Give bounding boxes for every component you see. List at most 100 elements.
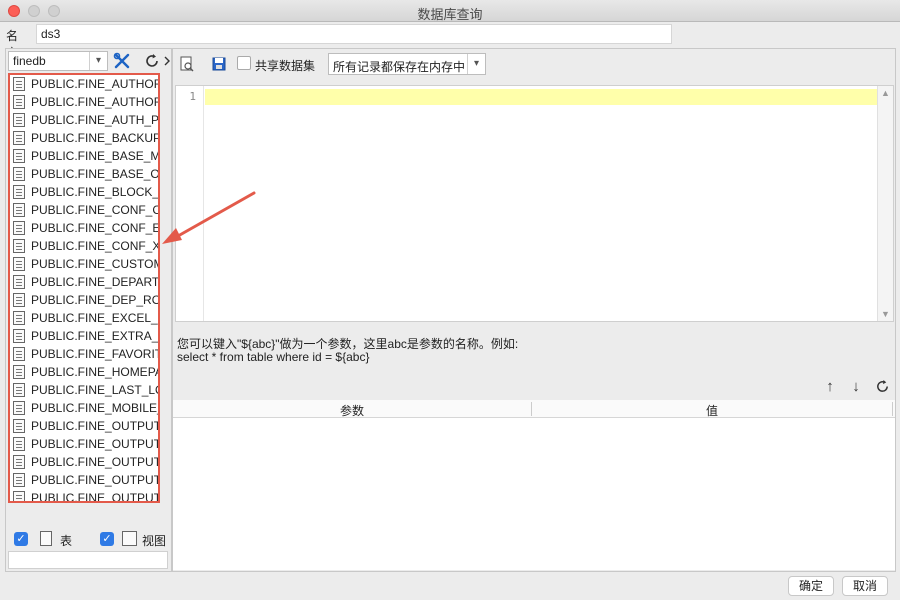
memory-option-select[interactable]: 所有记录都保存在内存中 ▾ xyxy=(328,53,486,75)
table-item-label: PUBLIC.FINE_DEPARTM xyxy=(31,275,158,289)
table-search-input[interactable] xyxy=(8,551,168,569)
table-list-item[interactable]: PUBLIC.FINE_AUTHORI xyxy=(10,75,158,93)
window-title: 数据库查询 xyxy=(417,7,483,22)
scroll-down-icon[interactable]: ▼ xyxy=(878,309,893,319)
line-number: 1 xyxy=(189,90,196,103)
table-list-item[interactable]: PUBLIC.FINE_DEPARTM xyxy=(10,273,158,291)
filter-row: ✓ 表 ✓ 视图 xyxy=(12,529,172,551)
connection-settings-icon[interactable] xyxy=(112,51,132,71)
table-item-label: PUBLIC.FINE_DEP_ROL xyxy=(31,293,158,307)
table-item-label: PUBLIC.FINE_CONF_XM xyxy=(31,239,158,253)
table-item-label: PUBLIC.FINE_OUTPUT_ xyxy=(31,473,158,487)
view-filter-label: 视图 xyxy=(142,534,167,548)
column-header-parameter[interactable]: 参数 xyxy=(173,402,531,419)
table-icon xyxy=(13,167,25,181)
table-icon xyxy=(13,455,25,469)
move-up-icon[interactable]: ↑ xyxy=(821,377,839,395)
table-list-item[interactable]: PUBLIC.FINE_MOBILE_F xyxy=(10,399,158,417)
save-icon[interactable] xyxy=(211,53,227,75)
table-list-item[interactable]: PUBLIC.FINE_DEP_ROL xyxy=(10,291,158,309)
table-item-label: PUBLIC.FINE_OUTPUT_ xyxy=(31,491,158,503)
table-list-item[interactable]: PUBLIC.FINE_EXCEL_SU xyxy=(10,309,158,327)
table-list-item[interactable]: PUBLIC.FINE_CUSTOM_ xyxy=(10,255,158,273)
scroll-up-icon[interactable]: ▲ xyxy=(878,88,893,98)
table-item-label: PUBLIC.FINE_BASE_OU xyxy=(31,167,158,181)
table-list-item[interactable]: PUBLIC.FINE_AUTHORI xyxy=(10,93,158,111)
editor-scrollbar[interactable]: ▲ ▼ xyxy=(877,86,893,321)
parameter-table[interactable]: 参数 值 xyxy=(173,400,895,570)
ok-button[interactable]: 确定 xyxy=(788,576,835,596)
table-list-item[interactable]: PUBLIC.FINE_LAST_LOG xyxy=(10,381,158,399)
table-item-label: PUBLIC.FINE_OUTPUT_ xyxy=(31,455,158,469)
share-dataset-checkbox[interactable] xyxy=(237,56,251,70)
table-item-label: PUBLIC.FINE_BACKUP_ xyxy=(31,131,158,145)
refresh-icon[interactable] xyxy=(142,51,162,71)
table-list-item[interactable]: PUBLIC.FINE_OUTPUT_ xyxy=(10,489,158,503)
table-icon xyxy=(13,329,25,343)
view-icon xyxy=(122,531,137,546)
column-header-value[interactable]: 值 xyxy=(532,402,892,419)
table-item-label: PUBLIC.FINE_OUTPUT_ xyxy=(31,419,158,433)
table-icon xyxy=(13,257,25,271)
table-list-item[interactable]: PUBLIC.FINE_OUTPUT_ xyxy=(10,471,158,489)
table-list[interactable]: PUBLIC.FINE_AUTHORI PUBLIC.FINE_AUTHORI PU… xyxy=(8,73,160,503)
table-list-item[interactable]: PUBLIC.FINE_FAVORIT xyxy=(10,345,158,363)
table-icon xyxy=(13,95,25,109)
table-item-label: PUBLIC.FINE_LAST_LOG xyxy=(31,383,158,397)
sql-editor[interactable]: 1 ▲ ▼ xyxy=(175,85,894,322)
table-item-label: PUBLIC.FINE_BLOCK_IP xyxy=(31,185,158,199)
table-list-item[interactable]: PUBLIC.FINE_CONF_EN xyxy=(10,219,158,237)
table-list-item[interactable]: PUBLIC.FINE_EXTRA_P xyxy=(10,327,158,345)
table-list-item[interactable]: PUBLIC.FINE_BACKUP_ xyxy=(10,129,158,147)
table-list-item[interactable]: PUBLIC.FINE_CONF_CL xyxy=(10,201,158,219)
name-input[interactable]: ds3 xyxy=(36,24,672,44)
preview-icon[interactable] xyxy=(179,53,195,75)
share-dataset-label: 共享数据集 xyxy=(255,59,316,73)
table-list-item[interactable]: PUBLIC.FINE_OUTPUT_ xyxy=(10,435,158,453)
title-bar: 数据库查询 xyxy=(0,0,900,22)
table-list-item[interactable]: PUBLIC.FINE_BASE_OU xyxy=(10,165,158,183)
table-item-label: PUBLIC.FINE_CONF_CL xyxy=(31,203,158,217)
table-list-item[interactable]: PUBLIC.FINE_BLOCK_IP xyxy=(10,183,158,201)
table-list-item[interactable]: PUBLIC.FINE_OUTPUT_ xyxy=(10,453,158,471)
right-panel: 共享数据集 所有记录都保存在内存中 ▾ 1 ▲ ▼ 您可以键入"${abc}"做… xyxy=(172,48,896,572)
table-item-label: PUBLIC.FINE_CONF_EN xyxy=(31,221,158,235)
table-icon xyxy=(13,473,25,487)
table-list-item[interactable]: PUBLIC.FINE_CONF_XM xyxy=(10,237,158,255)
table-icon xyxy=(13,77,25,91)
table-icon xyxy=(13,203,25,217)
parameter-table-header: 参数 值 xyxy=(173,400,895,418)
table-list-item[interactable]: PUBLIC.FINE_BASE_ME xyxy=(10,147,158,165)
table-item-label: PUBLIC.FINE_EXTRA_P xyxy=(31,329,158,343)
database-select[interactable]: finedb ▾ xyxy=(8,51,108,71)
table-item-label: PUBLIC.FINE_BASE_ME xyxy=(31,149,158,163)
refresh-parameters-icon[interactable] xyxy=(873,377,891,395)
left-panel: finedb ▾ PUBLIC.FINE_AUTHORI PUBLIC.FINE_… xyxy=(5,48,172,572)
table-icon xyxy=(13,185,25,199)
table-item-label: PUBLIC.FINE_AUTH_PR xyxy=(31,113,158,127)
view-filter-checkbox[interactable]: ✓ xyxy=(100,532,114,546)
chevron-down-icon: ▾ xyxy=(467,54,485,74)
database-select-value: finedb xyxy=(13,54,46,68)
table-list-item[interactable]: PUBLIC.FINE_AUTH_PR xyxy=(10,111,158,129)
table-list-item[interactable]: PUBLIC.FINE_HOMEPAG xyxy=(10,363,158,381)
table-icon xyxy=(13,293,25,307)
memory-option-value: 所有记录都保存在内存中 xyxy=(333,60,466,74)
table-item-label: PUBLIC.FINE_AUTHORI xyxy=(31,95,158,109)
table-item-label: PUBLIC.FINE_AUTHORI xyxy=(31,77,158,91)
table-icon xyxy=(13,419,25,433)
table-filter-label: 表 xyxy=(60,534,73,548)
table-item-label: PUBLIC.FINE_HOMEPAG xyxy=(31,365,158,379)
table-list-item[interactable]: PUBLIC.FINE_OUTPUT_ xyxy=(10,417,158,435)
table-icon xyxy=(13,365,25,379)
table-icon xyxy=(13,347,25,361)
table-icon xyxy=(40,531,52,546)
table-filter-checkbox[interactable]: ✓ xyxy=(14,532,28,546)
move-down-icon[interactable]: ↓ xyxy=(847,377,865,395)
cancel-button[interactable]: 取消 xyxy=(842,576,889,596)
table-icon xyxy=(13,131,25,145)
table-icon xyxy=(13,401,25,415)
table-icon xyxy=(13,149,25,163)
table-item-label: PUBLIC.FINE_EXCEL_SU xyxy=(31,311,158,325)
expand-arrow-icon[interactable] xyxy=(162,51,172,71)
